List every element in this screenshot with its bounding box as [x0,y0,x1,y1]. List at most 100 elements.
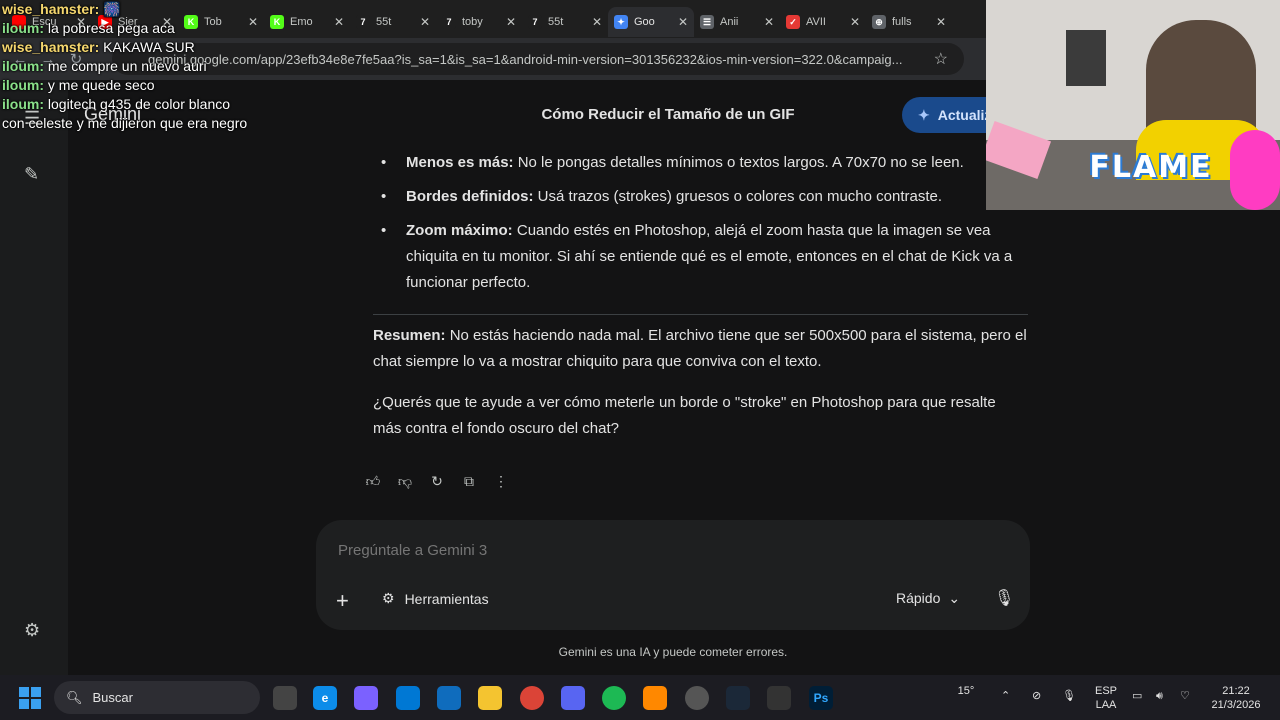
game-app-icon[interactable] [767,686,791,710]
chat-text: la pobresa pega aca [44,20,175,36]
network-icon[interactable]: ⊘ [1032,689,1041,703]
chat-username: wise_hamster: [2,1,100,17]
chat-message: iloum: la pobresa pega aca [2,19,252,38]
browser-tab[interactable]: ☰ Anii ✕ [694,7,780,37]
tab-favicon-icon: K [270,15,284,29]
tools-label: Herramientas [404,590,489,607]
file-explorer-icon[interactable] [478,686,502,710]
close-tab-icon[interactable]: ✕ [850,15,860,29]
close-tab-icon[interactable]: ✕ [764,15,774,29]
tab-favicon-icon: 7 [442,15,456,29]
tab-favicon-icon: ✦ [614,15,628,29]
browser-tab[interactable]: K Emo ✕ [264,7,350,37]
mode-label: Rápido [896,590,941,606]
chat-message: wise_hamster: KAKAWA SUR [2,38,252,57]
keyboard-layout: LAA [1095,699,1117,711]
language-code: ESP [1094,685,1117,697]
vlc-icon[interactable] [643,686,667,710]
security-icon[interactable]: ♡ [1180,689,1190,703]
tab-title: Goo [634,16,655,28]
model-mode-dropdown[interactable]: Rápido ⌄ [896,590,960,607]
wall-poster [1066,30,1106,86]
thumbs-down-icon[interactable]: 👎︎ [394,470,416,492]
tab-title: Anii [720,16,739,28]
store-icon[interactable] [396,686,420,710]
close-tab-icon[interactable]: ✕ [678,15,688,29]
weather-widget[interactable]: 15° [954,684,978,698]
edge-icon[interactable]: e [313,686,337,710]
tip-title: Menos es más: [406,154,514,171]
volume-icon[interactable]: 🔊︎ [1156,689,1163,703]
tab-favicon-icon: ☰ [700,15,714,29]
new-chat-icon[interactable]: ✎ [24,164,39,185]
copy-icon[interactable]: ⧉ [458,470,480,492]
spotify-icon[interactable] [602,686,626,710]
settings-gear-icon[interactable]: ⚙ [24,620,40,641]
close-tab-icon[interactable]: ✕ [420,15,430,29]
bookmark-star-icon[interactable]: ☆ [934,49,948,69]
app-icon[interactable] [685,686,709,710]
list-item: Menos es más: No le pongas detalles míni… [373,150,1028,176]
close-tab-icon[interactable]: ✕ [592,15,602,29]
steam-icon[interactable] [726,686,750,710]
tab-favicon-icon: ✓ [786,15,800,29]
photoshop-icon[interactable]: Ps [809,686,833,710]
display-icon[interactable]: ▭ [1132,689,1142,703]
add-attachment-icon[interactable]: + [336,588,349,614]
tip-title: Bordes definidos: [406,188,534,205]
tip-text: Usá trazos (strokes) gruesos o colores c… [533,188,943,205]
tab-title: 55t [548,16,564,28]
tip-title: Zoom máximo: [406,222,513,239]
taskbar-clock[interactable]: 21:22 21/3/2026 [1208,684,1264,712]
mic-tray-icon[interactable]: 🎙︎ [1062,689,1076,703]
prompt-box: + ⚙ Herramientas Rápido ⌄ 🎙︎ [316,520,1030,630]
regenerate-icon[interactable]: ↻ [426,470,448,492]
microphone-icon[interactable]: 🎙︎ [994,588,1014,608]
upgrade-label: Actualiz [937,107,992,123]
flame-logo: FLAME [1089,150,1213,185]
follow-up-question: ¿Querés que te ayude a ver cómo meterle … [373,394,996,437]
close-tab-icon[interactable]: ✕ [334,15,344,29]
tools-icon: ⚙ [382,590,395,606]
tools-button[interactable]: ⚙ Herramientas [382,590,489,607]
prompt-input[interactable] [338,542,878,559]
chat-username: iloum: [2,20,44,36]
tab-favicon-icon: 7 [528,15,542,29]
chat-username: iloum: [2,96,44,112]
search-label: Buscar [92,690,133,705]
chat-username: iloum: [2,58,44,74]
discord-icon[interactable] [561,686,585,710]
copilot-icon[interactable] [354,686,378,710]
outlook-icon[interactable] [437,686,461,710]
browser-tab[interactable]: ⊕ fulls ✕ [866,7,952,37]
summary-text: No estás haciendo nada mal. El archivo t… [373,327,1027,370]
tab-title: toby [462,16,483,28]
chat-text: KAKAWA SUR [99,39,195,55]
webcam-overlay: FLAME [986,0,1280,210]
browser-tab[interactable]: ✦ Goo ✕ [608,7,694,37]
tray-chevron-icon[interactable]: ⌃ [1001,689,1010,703]
browser-tab[interactable]: 7 55t ✕ [350,7,436,37]
language-indicator[interactable]: ESP LAA [1092,684,1120,712]
close-tab-icon[interactable]: ✕ [936,15,946,29]
chat-message: iloum: logitech g435 de color blanco con… [2,95,252,133]
browser-tab[interactable]: 7 55t ✕ [522,7,608,37]
chrome-icon[interactable] [520,686,544,710]
list-item: Zoom máximo: Cuando estés en Photoshop, … [373,218,1028,296]
windows-taskbar: 🔍︎ Buscar e Ps 15° ⌃ ⊘ 🎙︎ ESP LAA ▭ 🔊︎ ♡… [0,675,1280,720]
tab-title: Emo [290,16,313,28]
url-text: gemini.google.com/app/23efb34e8e7fe5aa?i… [148,51,903,67]
close-tab-icon[interactable]: ✕ [506,15,516,29]
windows-start-icon[interactable] [19,687,41,709]
tab-title: fulls [892,16,912,28]
task-view-icon[interactable] [273,686,297,710]
browser-tab[interactable]: ✓ AVII ✕ [780,7,866,37]
chat-text: me compre un nuevo auri [44,58,207,74]
browser-tab[interactable]: 7 toby ✕ [436,7,522,37]
tab-title: 55t [376,16,392,28]
thumbs-up-icon[interactable]: 👍︎ [362,470,384,492]
sparkle-icon: ✦ [918,106,930,123]
taskbar-search[interactable]: 🔍︎ Buscar [54,681,260,714]
tab-favicon-icon: 7 [356,15,370,29]
more-options-icon[interactable]: ⋮ [490,470,512,492]
